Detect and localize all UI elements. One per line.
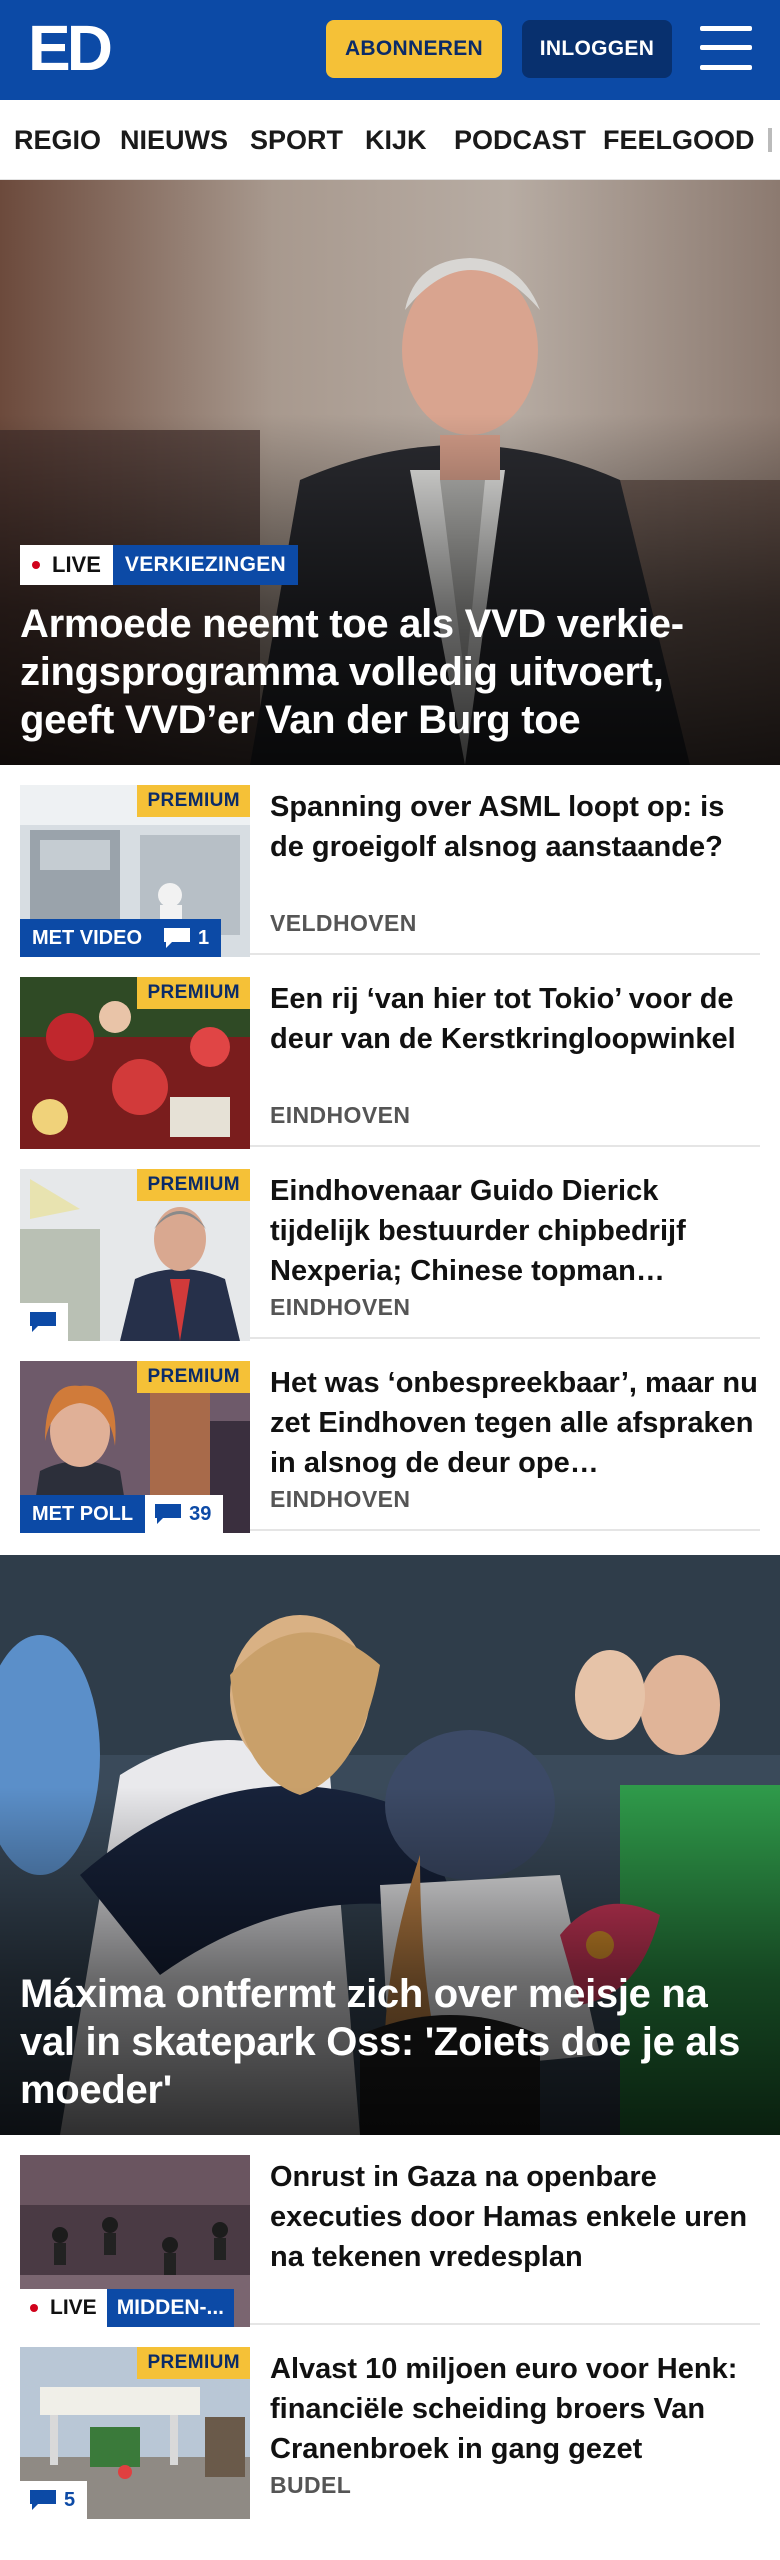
site-header: ED ABONNEREN INLOGGEN (0, 0, 780, 100)
thumbnail-tags: 5 (20, 2481, 88, 2519)
live-badge: LIVE (20, 545, 113, 585)
article-location: EINDHOVEN (270, 1102, 411, 1128)
article-thumbnail: PREMIUM 5 (20, 2347, 250, 2519)
article-location: VELDHOVEN (270, 910, 417, 936)
live-badge: LIVE (20, 2289, 107, 2327)
premium-badge: PREMIUM (137, 1361, 250, 1393)
comment-count[interactable]: 1 (154, 919, 222, 957)
nav-item-kijk[interactable]: KIJK (365, 100, 427, 179)
article-headline[interactable]: Spanning over ASML loopt op: is de groei… (270, 787, 760, 907)
comment-count[interactable] (20, 1303, 68, 1341)
premium-badge: PREMIUM (137, 2347, 250, 2379)
category-tag[interactable]: MIDDEN-... (106, 2289, 235, 2327)
article-thumbnail: LIVE MIDDEN-... (20, 2155, 250, 2327)
poll-tag: MET POLL (20, 1495, 146, 1533)
nav-item-feelgood[interactable]: FEELGOOD (603, 100, 755, 179)
comment-bubble-icon (155, 1504, 182, 1524)
article-thumbnail: PREMIUM (20, 977, 250, 1149)
thumbnail-tags (20, 1303, 68, 1341)
article-item-eindhoven[interactable]: PREMIUM MET POLL 39 Het was ‘onbespreekb… (20, 1341, 760, 1533)
article-location: EINDHOVEN (270, 1294, 411, 1320)
hero-article-elections[interactable]: LIVE VERKIEZINGEN Armoede neemt toe als … (0, 180, 780, 765)
comment-bubble-icon (30, 2490, 56, 2510)
comment-count[interactable]: 39 (145, 1495, 224, 1533)
nav-item-podcast[interactable]: PODCAST (454, 100, 586, 179)
hero-article-maxima[interactable]: Máxima ontfermt zich over meisje na val … (0, 1555, 780, 2135)
nav-overflow-indicator (768, 128, 772, 152)
comment-count-value: 5 (64, 2488, 76, 2511)
article-item-nexperia[interactable]: PREMIUM Eindhovenaar Guido Dierick tijde… (20, 1149, 760, 1341)
premium-badge: PREMIUM (137, 1169, 250, 1201)
hero-headline[interactable]: Máxima ontfermt zich over meisje na val … (20, 1970, 760, 2114)
article-item-kerstkringloop[interactable]: PREMIUM Een rij ‘van hier tot Tokio’ voo… (20, 957, 760, 1149)
comment-count-value: 39 (189, 1502, 212, 1525)
article-headline[interactable]: Alvast 10 miljoen euro voor Henk: financ… (270, 2349, 760, 2469)
article-headline[interactable]: Onrust in Gaza na openbare executies doo… (270, 2157, 760, 2277)
thumbnail-tags: MET POLL 39 (20, 1495, 224, 1533)
article-headline[interactable]: Eindhovenaar Guido Dierick tijdelijk bes… (270, 1171, 760, 1291)
premium-badge: PREMIUM (137, 785, 250, 817)
video-tag: MET VIDEO (20, 919, 155, 957)
live-dot-icon (30, 2304, 38, 2312)
article-headline[interactable]: Het was ‘onbespreekbaar’, maar nu zet Ei… (270, 1363, 760, 1483)
subscribe-button[interactable]: ABONNEREN (326, 20, 502, 78)
premium-badge: PREMIUM (137, 977, 250, 1009)
hero-headline[interactable]: Armoede neemt toe als VVD verkie­zingspr… (20, 600, 760, 744)
article-thumbnail: PREMIUM MET POLL 39 (20, 1361, 250, 1533)
article-thumbnail: PREMIUM MET VIDEO 1 (20, 785, 250, 957)
login-button[interactable]: INLOGGEN (522, 20, 672, 78)
hamburger-menu-icon[interactable] (700, 26, 752, 70)
section-nav: REGIO NIEUWS SPORT KIJK PODCAST FEELGOOD (0, 100, 780, 180)
ed-logo[interactable]: ED (28, 16, 118, 80)
article-item-cranenbroek[interactable]: PREMIUM 5 Alvast 10 miljoen euro voor He… (20, 2327, 760, 2519)
article-headline[interactable]: Een rij ‘van hier tot Tokio’ voor de deu… (270, 979, 760, 1099)
article-location: EINDHOVEN (270, 1486, 411, 1512)
comment-count-value: 1 (198, 926, 210, 949)
nav-item-regio[interactable]: REGIO (14, 100, 101, 179)
thumbnail-tags: LIVE MIDDEN-... (20, 2289, 235, 2327)
category-tag[interactable]: VERKIEZINGEN (112, 545, 299, 585)
comment-bubble-icon (164, 928, 191, 948)
live-dot-icon (32, 561, 40, 569)
comment-bubble-icon (30, 1312, 56, 1332)
nav-item-sport[interactable]: SPORT (250, 100, 343, 179)
article-item-gaza[interactable]: LIVE MIDDEN-... Onrust in Gaza na openba… (20, 2135, 760, 2327)
article-thumbnail: PREMIUM (20, 1169, 250, 1341)
article-item-asml[interactable]: PREMIUM MET VIDEO 1 Spanning over ASML l… (20, 765, 760, 957)
live-badge-text: LIVE (52, 552, 101, 577)
article-location: BUDEL (270, 2472, 352, 2498)
hero-labels: LIVE VERKIEZINGEN (20, 545, 299, 585)
nav-item-nieuws[interactable]: NIEUWS (120, 100, 228, 179)
thumbnail-tags: MET VIDEO 1 (20, 919, 222, 957)
live-badge-text: LIVE (50, 2296, 97, 2319)
comment-count[interactable]: 5 (20, 2481, 88, 2519)
